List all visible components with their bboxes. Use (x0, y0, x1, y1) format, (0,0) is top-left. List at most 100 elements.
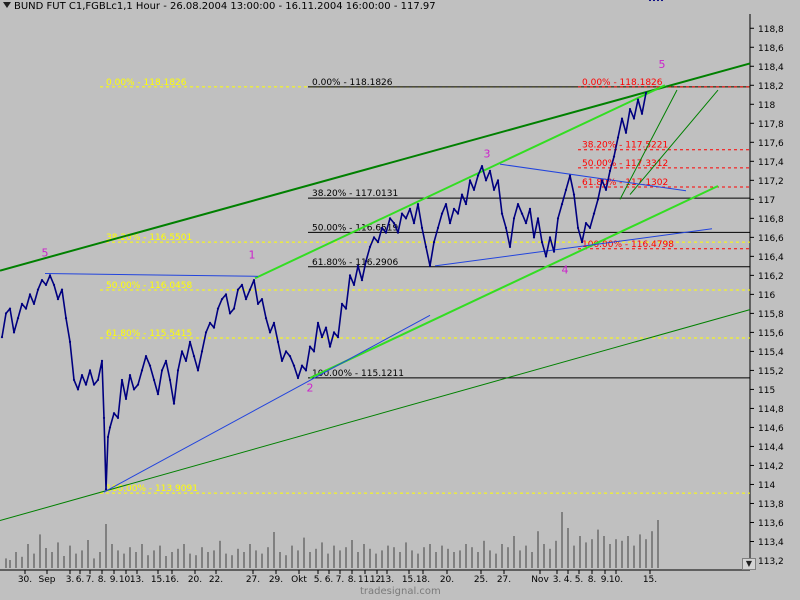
price-point (612, 155, 616, 158)
price-point (408, 207, 412, 210)
x-tick-label: Okt (291, 575, 307, 585)
price-point (180, 350, 184, 353)
x-tick-label: 25. (474, 575, 488, 585)
fib-red-label: 38.20% - 117.5221 (582, 141, 668, 151)
price-point (136, 383, 140, 386)
x-tick-label: 20. (440, 575, 454, 585)
price-point (456, 212, 460, 215)
price-point (12, 331, 16, 334)
price-point (476, 174, 480, 177)
y-tick-label: 117,6 (758, 139, 784, 149)
x-tick-label: 3. (66, 575, 75, 585)
price-point (352, 283, 356, 286)
y-tick-label: 114,2 (758, 462, 784, 472)
y-tick-label: 116,2 (758, 272, 784, 282)
price-point (108, 426, 112, 429)
price-point (460, 193, 464, 196)
price-point (548, 236, 552, 239)
price-point (328, 345, 332, 348)
price-point (564, 188, 568, 191)
fib-black-label: 38.20% - 117.0131 (312, 189, 398, 199)
price-point (268, 331, 272, 334)
y-tick-label: 115,2 (758, 367, 784, 377)
price-point (280, 359, 284, 363)
price-point (284, 350, 288, 353)
price-point (468, 179, 472, 182)
dropdown-arrow-icon[interactable] (3, 2, 11, 8)
x-tick-label: 27. (497, 575, 511, 585)
price-point (188, 340, 192, 343)
price-point (208, 321, 212, 324)
y-tick-label: 115,8 (758, 310, 784, 320)
x-tick-label: 18. (416, 575, 430, 585)
x-tick-label: 13. (380, 575, 394, 585)
price-point (144, 355, 148, 358)
price-point (372, 236, 376, 239)
price-point (536, 217, 540, 220)
wave-label: 5 (42, 246, 49, 259)
price-point (336, 336, 340, 339)
y-tick-label: 114 (758, 481, 775, 491)
price-point (224, 293, 228, 296)
price-point (472, 188, 476, 191)
price-point (152, 378, 156, 382)
price-point (568, 174, 572, 177)
price-point (272, 321, 276, 324)
price-point (600, 179, 604, 182)
fib-yellow-label: 0.00% - 118.1826 (106, 78, 187, 88)
wave-label: 3 (484, 148, 491, 161)
price-point (312, 350, 316, 353)
y-tick-label: 115 (758, 386, 775, 396)
wave-label: 4 (562, 263, 569, 276)
price-point (120, 378, 124, 382)
x-tick-label: 6. (325, 575, 334, 585)
price-point (384, 231, 388, 234)
price-point (32, 302, 36, 305)
price-point (0, 336, 4, 339)
price-point (364, 260, 368, 263)
price-point (48, 274, 52, 277)
price-point (256, 302, 260, 305)
watermark: tradesignal.com (360, 586, 441, 597)
price-point (620, 117, 624, 120)
y-tick-label: 116,4 (758, 253, 784, 263)
fib-black-label: 61.80% - 116.2906 (312, 258, 399, 268)
price-point (552, 250, 556, 253)
x-tick-label: Nov (531, 575, 549, 585)
fib-yellow-label: 61.80% - 115.5415 (106, 329, 192, 339)
price-point (300, 364, 304, 367)
price-point (636, 98, 640, 101)
price-point (288, 355, 292, 358)
y-tick-label: 113,2 (758, 557, 784, 567)
price-point (124, 397, 128, 401)
price-point (624, 131, 628, 134)
price-point (296, 376, 300, 380)
price-point (192, 355, 196, 358)
x-tick-label: 10. (609, 575, 623, 585)
x-tick-label: 15. (402, 575, 416, 585)
price-point (604, 188, 608, 191)
price-chart[interactable]: 113,2113,4113,6113,8114114,2114,4114,611… (0, 0, 800, 600)
price-point (60, 288, 64, 291)
price-point (424, 245, 428, 248)
x-tick-label: 8. (98, 575, 107, 585)
price-point (416, 202, 420, 206)
y-tick-label: 115,4 (758, 348, 784, 358)
y-tick-label: 113,8 (758, 500, 784, 510)
price-point (292, 364, 296, 367)
price-point (236, 288, 240, 291)
y-tick-label: 118,4 (758, 63, 784, 73)
y-tick-label: 118,2 (758, 82, 784, 92)
price-point (36, 288, 40, 291)
price-point (216, 307, 220, 310)
scroll-corner-button[interactable]: ▼ (742, 558, 756, 570)
x-tick-label: Sep (39, 575, 56, 585)
price-point (240, 283, 244, 286)
price-point (628, 107, 632, 111)
price-point (632, 117, 636, 120)
price-point (516, 202, 520, 206)
price-point (44, 283, 48, 286)
price-point (388, 217, 392, 220)
price-point (56, 298, 60, 301)
price-point (316, 321, 320, 324)
